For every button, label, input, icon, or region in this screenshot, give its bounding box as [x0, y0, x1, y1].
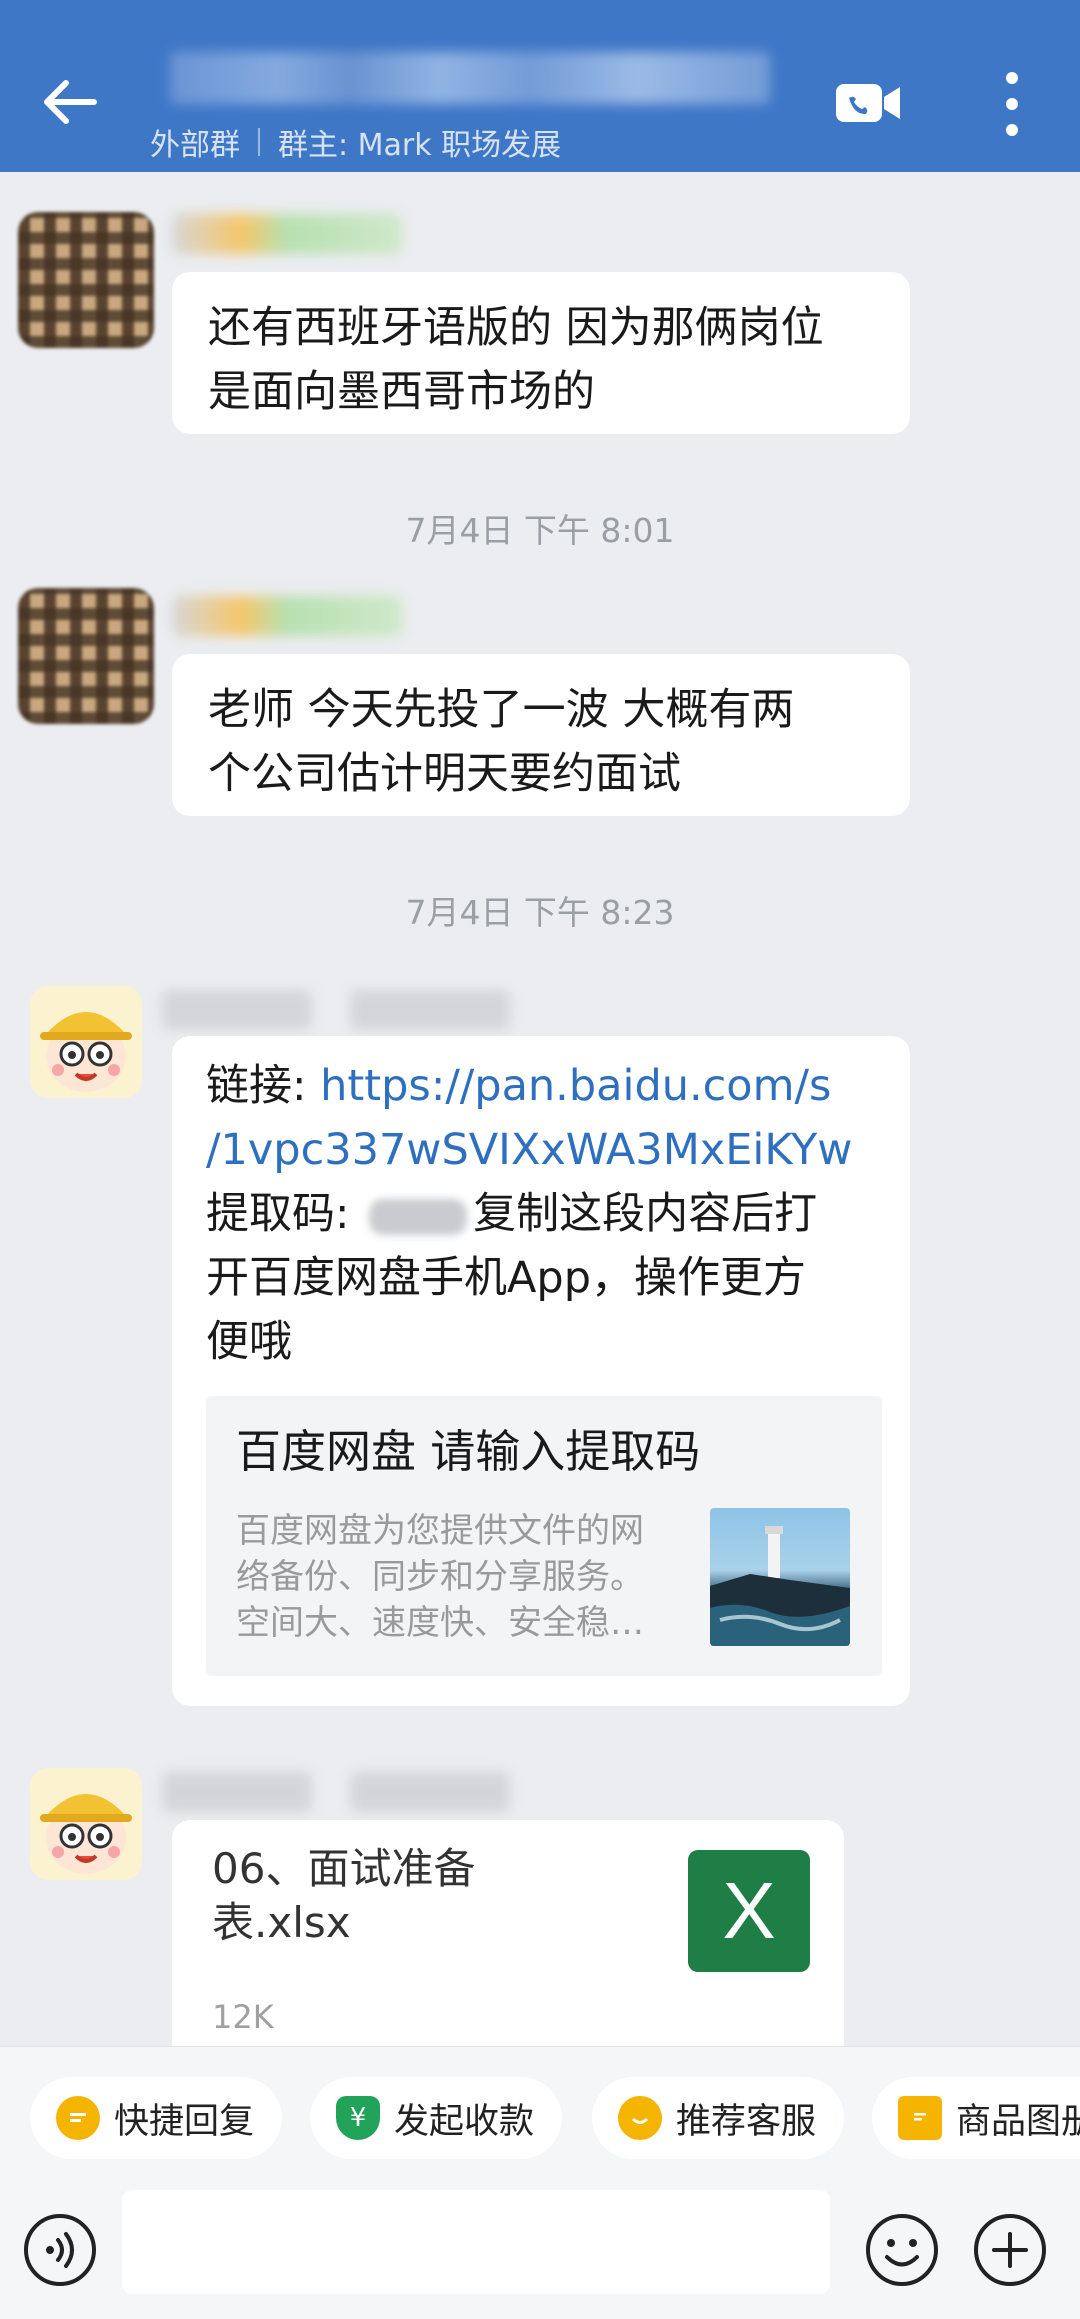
- back-button[interactable]: [30, 66, 110, 138]
- sender-name-blurred: [162, 990, 312, 1030]
- voice-button[interactable]: [20, 2210, 100, 2290]
- timestamp: 7月4日 下午 8:23: [405, 893, 675, 932]
- timestamp: 7月4日 下午 8:01: [405, 511, 675, 550]
- extract-code-label: 提取码:: [206, 1189, 364, 1239]
- chip-label: 商品图册: [956, 2101, 1080, 2142]
- card-description: 百度网盘为您提供文件的网 络备份、同步和分享服务。 空间大、速度快、安全稳…: [236, 1508, 706, 1646]
- sender-role-blurred: [350, 990, 510, 1030]
- sender-avatar-pixelated[interactable]: [18, 212, 154, 348]
- catalog-icon: [898, 2096, 942, 2140]
- more-options-button[interactable]: [990, 64, 1034, 144]
- payment-shield-icon: ¥: [336, 2096, 380, 2140]
- message-text: 个公司估计明天要约面试: [208, 749, 681, 799]
- sender-role-blurred: [350, 1772, 510, 1812]
- chip-label: 快捷回复: [114, 2101, 255, 2142]
- cartoon-face-icon: [40, 1794, 132, 1874]
- card-desc-line: 百度网盘为您提供文件的网: [236, 1511, 644, 1551]
- quick-reply-chip[interactable]: 快捷回复: [30, 2077, 283, 2159]
- sender-name-blurred: [172, 596, 402, 636]
- file-message-bubble[interactable]: 06、面试准备 表.xlsx 12K X: [172, 1820, 844, 2060]
- recommend-service-chip[interactable]: 推荐客服: [592, 2077, 845, 2159]
- emoji-icon: [866, 2214, 938, 2286]
- arrow-left-icon: [44, 80, 97, 124]
- message-text: 老师 今天先投了一波 大概有两: [208, 685, 795, 735]
- share-link[interactable]: https://pan.baidu.com/s: [320, 1061, 831, 1111]
- sender-name-blurred: [172, 214, 402, 254]
- more-vertical-icon: [1006, 72, 1018, 136]
- quick-action-bar: 快捷回复 ¥ 发起收款 推荐客服 商品图册: [0, 2046, 1080, 2187]
- video-call-icon: [836, 84, 900, 122]
- file-name: 06、面试准备 表.xlsx: [212, 1842, 532, 1950]
- extract-code-blurred: [369, 1198, 468, 1235]
- message-text: 复制这段内容后打: [473, 1189, 818, 1239]
- subtitle-divider: [258, 128, 260, 156]
- file-name-line: 表.xlsx: [212, 1898, 351, 1947]
- emoji-button[interactable]: [862, 2210, 942, 2290]
- service-icon: [618, 2096, 662, 2140]
- message-text: 便哦: [206, 1317, 292, 1367]
- more-actions-button[interactable]: [970, 2210, 1050, 2290]
- sender-avatar-cartoon[interactable]: [30, 986, 142, 1098]
- message-input-bar: [0, 2186, 1080, 2319]
- message-bubble-link[interactable]: 链接: https://pan.baidu.com/s /1vpc337wSVI…: [172, 1036, 910, 1706]
- message-text: 开百度网盘手机App，操作更方: [206, 1253, 807, 1303]
- video-call-button[interactable]: [834, 78, 904, 128]
- sender-avatar-pixelated[interactable]: [18, 588, 154, 724]
- message-bubble[interactable]: 老师 今天先投了一波 大概有两 个公司估计明天要约面试: [172, 654, 910, 816]
- product-catalog-chip[interactable]: 商品图册: [872, 2077, 1080, 2159]
- quick-reply-icon: [56, 2096, 100, 2140]
- link-prefix: 链接:: [206, 1061, 321, 1111]
- card-desc-line: 空间大、速度快、安全稳…: [236, 1603, 644, 1643]
- chip-label: 推荐客服: [676, 2101, 817, 2142]
- chip-label: 发起收款: [394, 2101, 535, 2142]
- message-input[interactable]: [122, 2190, 830, 2294]
- card-title: 百度网盘 请输入提取码: [236, 1425, 701, 1478]
- file-name-line: 06、面试准备: [212, 1844, 476, 1893]
- plus-icon: [974, 2214, 1046, 2286]
- collect-payment-chip[interactable]: ¥ 发起收款: [310, 2077, 563, 2159]
- message-text: 还有西班牙语版的 因为那俩岗位: [208, 303, 824, 353]
- link-preview-card[interactable]: 百度网盘 请输入提取码 百度网盘为您提供文件的网 络备份、同步和分享服务。 空间…: [206, 1396, 882, 1676]
- voice-icon: [24, 2214, 96, 2286]
- file-size: 12K: [212, 1998, 274, 2036]
- chat-title-blurred: [170, 52, 770, 104]
- message-text: 是面向墨西哥市场的: [208, 367, 595, 417]
- card-thumbnail: [710, 1508, 850, 1646]
- chat-subtitle: 外部群 群主: Mark 职场发展: [150, 120, 561, 164]
- cartoon-face-icon: [40, 1012, 132, 1092]
- group-type-label: 外部群: [150, 128, 240, 163]
- group-owner-label: 群主: Mark 职场发展: [278, 128, 562, 163]
- share-link-cont[interactable]: /1vpc337wSVIXxWA3MxEiKYw: [206, 1118, 896, 1182]
- sender-avatar-cartoon[interactable]: [30, 1768, 142, 1880]
- sender-name-blurred: [162, 1772, 312, 1812]
- chat-header: 外部群 群主: Mark 职场发展: [0, 0, 1080, 172]
- card-desc-line: 络备份、同步和分享服务。: [236, 1557, 644, 1597]
- excel-file-icon: X: [688, 1850, 810, 1972]
- message-bubble[interactable]: 还有西班牙语版的 因为那俩岗位 是面向墨西哥市场的: [172, 272, 910, 434]
